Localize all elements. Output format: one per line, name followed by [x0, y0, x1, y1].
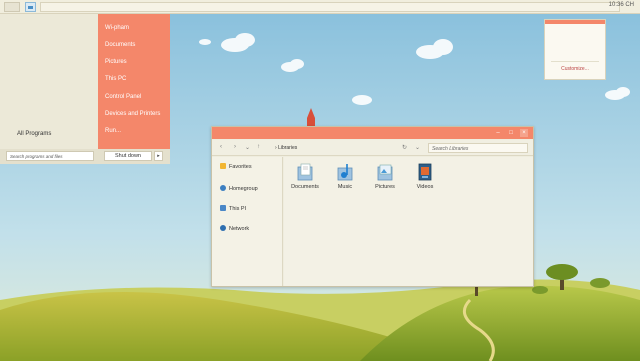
minimize-icon[interactable]: ‒	[494, 129, 502, 137]
start-menu-footer: Search programs and files Shut down ▸	[0, 149, 170, 164]
start-search-input[interactable]: Search programs and files	[6, 151, 94, 161]
explorer-window: ‒ □ × ‹ › ⌄ ↑ › Libraries ↻ ⌄ Search Lib…	[211, 126, 534, 287]
navigation-bar: ‹ › ⌄ ↑ › Libraries ↻ ⌄ Search Libraries	[212, 140, 533, 156]
dropdown-icon[interactable]: ⌄	[245, 144, 250, 151]
star-icon	[220, 163, 226, 169]
library-content: Documents Music Pictures Videos	[284, 157, 533, 286]
pictures-library-icon	[377, 163, 393, 181]
start-item-devices-printers[interactable]: Devices and Printers	[105, 111, 160, 117]
popup-divider	[551, 61, 599, 62]
computer-icon	[220, 205, 226, 211]
clock[interactable]: 10:36 CH	[609, 2, 634, 8]
library-music[interactable]: Music	[326, 163, 364, 190]
library-label: Documents	[291, 184, 319, 190]
window-titlebar[interactable]: ‒ □ ×	[212, 127, 533, 139]
start-item-this-pc[interactable]: This PC	[105, 76, 126, 82]
close-icon[interactable]: ×	[520, 129, 528, 137]
taskbar: 10:36 CH	[0, 0, 640, 14]
library-pictures[interactable]: Pictures	[366, 163, 404, 190]
address-bar[interactable]: › Libraries	[272, 143, 420, 153]
nav-network-label: Network	[229, 226, 250, 232]
back-icon[interactable]: ‹	[220, 144, 222, 150]
music-library-icon	[337, 163, 353, 181]
start-item-documents[interactable]: Documents	[105, 42, 135, 48]
documents-library-icon	[297, 163, 313, 181]
address-dropdown-icon[interactable]: ⌄	[415, 144, 420, 151]
library-label: Pictures	[375, 184, 395, 190]
library-search-input[interactable]: Search Libraries	[428, 143, 528, 153]
refresh-icon[interactable]: ↻	[402, 144, 407, 151]
shutdown-options-arrow[interactable]: ▸	[154, 151, 163, 161]
homegroup-icon	[220, 185, 226, 191]
popup-header	[545, 20, 605, 24]
up-icon[interactable]: ↑	[257, 144, 260, 150]
nav-homegroup[interactable]: Homegroup	[220, 185, 258, 192]
nav-homegroup-label: Homegroup	[229, 186, 258, 192]
start-button[interactable]	[4, 2, 20, 12]
library-label: Music	[337, 184, 353, 190]
explorer-taskbar-icon[interactable]	[25, 2, 36, 12]
taskbar-strip	[40, 2, 620, 12]
library-documents[interactable]: Documents	[286, 163, 324, 190]
library-label: Videos	[416, 184, 434, 190]
start-item-user[interactable]: Wi-pham	[105, 25, 129, 31]
nav-favorites[interactable]: Favorites	[220, 163, 252, 170]
nav-this-pc[interactable]: This PI	[220, 205, 246, 212]
start-item-pictures[interactable]: Pictures	[105, 59, 127, 65]
shutdown-button[interactable]: Shut down	[104, 151, 152, 161]
network-icon	[220, 225, 226, 231]
start-menu-places-pane: Wi-pham Documents Pictures This PC Contr…	[98, 14, 170, 149]
forward-icon[interactable]: ›	[234, 144, 236, 150]
navigation-pane: Favorites Homegroup This PI Network	[212, 157, 283, 286]
start-item-control-panel[interactable]: Control Panel	[105, 94, 141, 100]
customize-link[interactable]: Customize...	[545, 66, 605, 72]
nav-favorites-label: Favorites	[229, 164, 252, 170]
nav-network[interactable]: Network	[220, 225, 249, 232]
breadcrumb: Libraries	[278, 145, 298, 151]
start-menu-programs-pane: All Programs	[0, 14, 98, 149]
nav-this-pc-label: This PI	[229, 206, 247, 212]
notification-area-popup: Customize...	[544, 19, 606, 80]
all-programs-link[interactable]: All Programs	[17, 131, 51, 137]
library-videos[interactable]: Videos	[406, 163, 444, 190]
start-menu: All Programs Wi-pham Documents Pictures …	[0, 14, 170, 164]
videos-library-icon	[417, 163, 433, 181]
maximize-icon[interactable]: □	[507, 129, 515, 137]
start-item-run[interactable]: Run...	[105, 128, 121, 134]
